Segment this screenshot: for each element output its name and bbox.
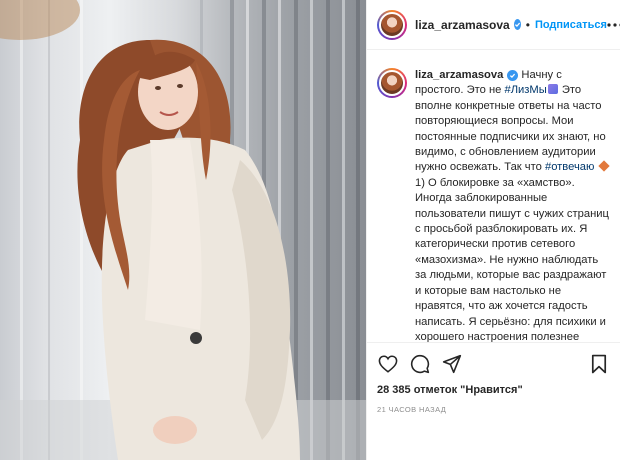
- post-timestamp[interactable]: 21 часов назад: [377, 405, 610, 414]
- photo-illustration: [0, 0, 366, 460]
- verified-badge-icon: [513, 19, 521, 30]
- caption-author-avatar[interactable]: [377, 68, 407, 98]
- header-separator: •: [525, 17, 530, 32]
- follow-button[interactable]: Подписаться: [535, 19, 607, 31]
- post-actions: 28 385 отметок "Нравится" 21 часов назад: [367, 342, 620, 414]
- caption-username[interactable]: liza_arzamasova: [415, 69, 503, 81]
- diamond-emoji-icon: [597, 160, 610, 173]
- author-avatar[interactable]: [377, 9, 407, 40]
- emoji-icon: [547, 84, 558, 95]
- bookmark-icon[interactable]: [588, 353, 610, 375]
- caption-verified-icon: [507, 69, 519, 81]
- caption-text: liza_arzamasova Начну с простого. Это не…: [415, 68, 610, 342]
- likes-count[interactable]: 28 385 отметок "Нравится": [377, 384, 610, 396]
- post-sidebar: liza_arzamasova • Подписаться liza_arzam…: [366, 0, 620, 460]
- more-options-icon[interactable]: [607, 16, 620, 34]
- caption-part-3: 1) О блокировке за «хамство». Иногда заб…: [415, 176, 609, 342]
- caption-section: liza_arzamasova Начну с простого. Это не…: [367, 50, 620, 342]
- heart-icon[interactable]: [377, 353, 399, 375]
- share-icon[interactable]: [441, 353, 463, 375]
- hashtag-lizmy[interactable]: #ЛизМы: [504, 84, 546, 96]
- post-photo[interactable]: [0, 0, 366, 460]
- comment-icon[interactable]: [409, 353, 431, 375]
- post-header: liza_arzamasova • Подписаться: [367, 0, 620, 50]
- hashtag-otvechayu[interactable]: #отвечаю: [545, 161, 594, 173]
- author-username[interactable]: liza_arzamasova: [415, 18, 510, 32]
